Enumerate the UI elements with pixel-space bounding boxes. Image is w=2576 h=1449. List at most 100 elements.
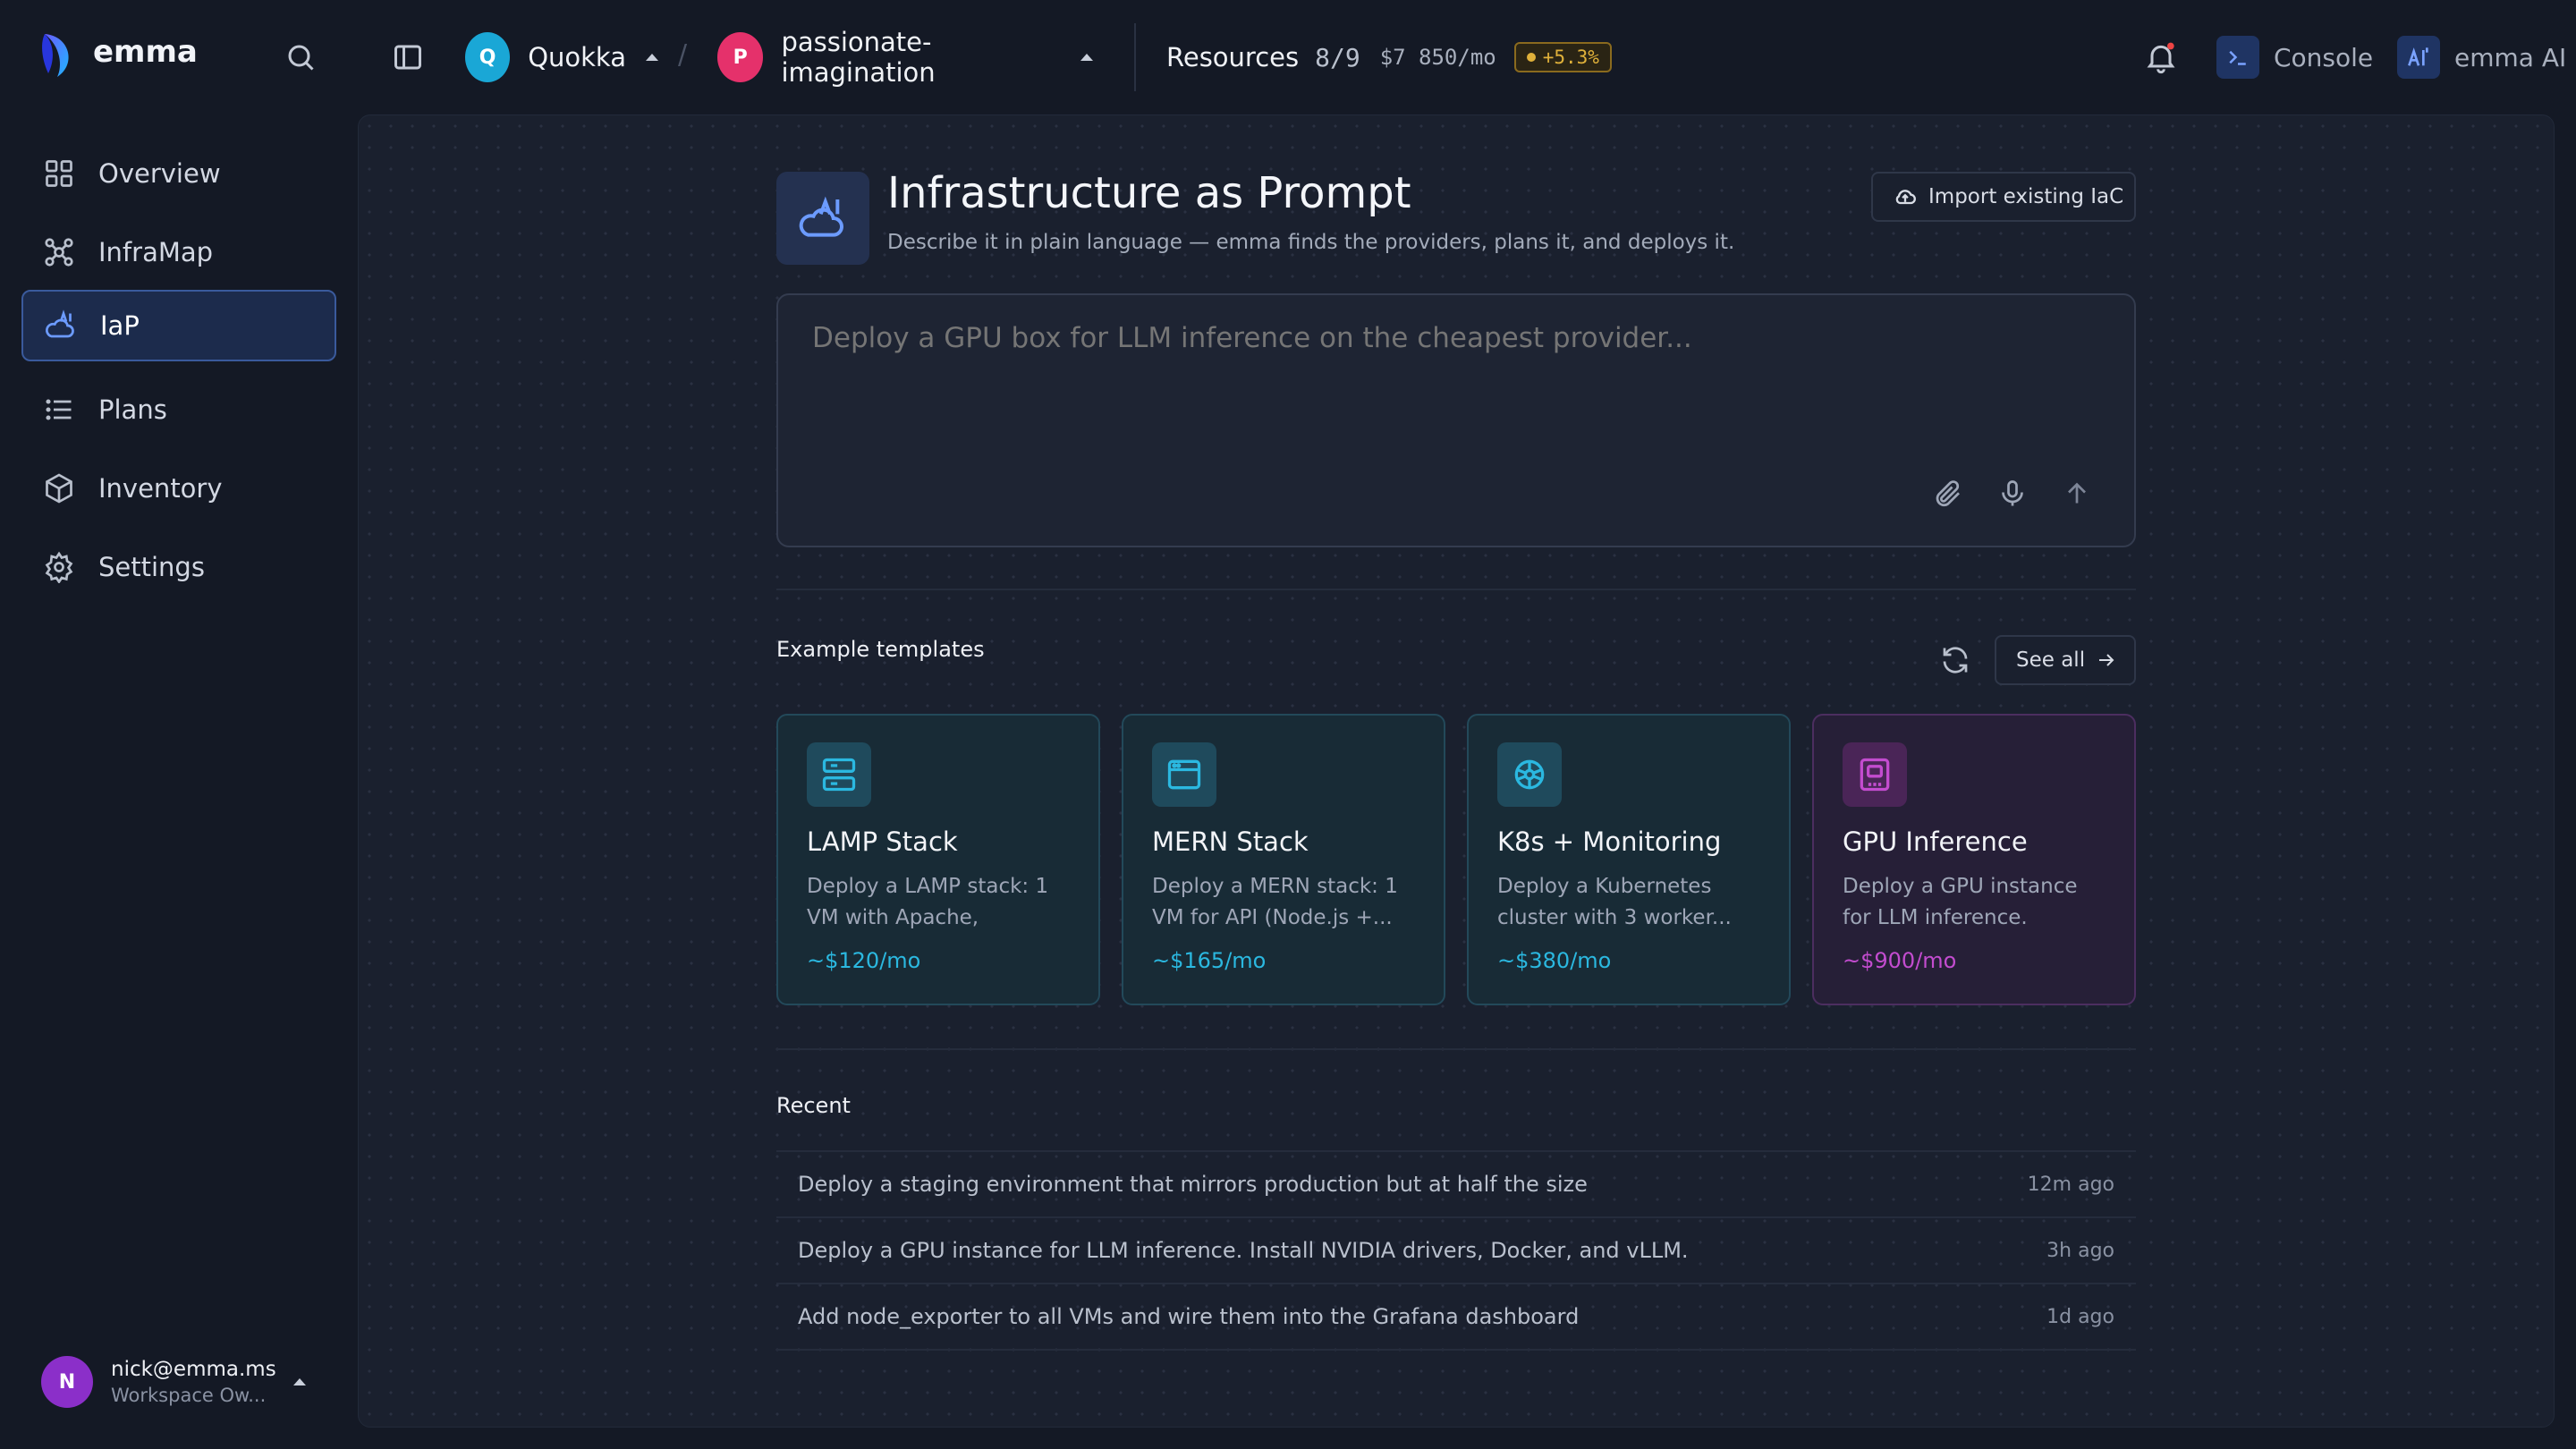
project-selector[interactable]: P passionate-imagination bbox=[717, 27, 1093, 88]
templates-heading: Example templates bbox=[776, 637, 985, 662]
network-icon bbox=[43, 236, 75, 268]
avatar: N bbox=[41, 1356, 93, 1408]
ai-cloud-icon bbox=[2397, 36, 2440, 79]
arrow-right-icon bbox=[2096, 649, 2117, 671]
list-icon bbox=[43, 394, 75, 426]
cost-change-value: +5.3% bbox=[1542, 47, 1599, 68]
sidebar-item-label: Overview bbox=[98, 158, 221, 189]
project-name: passionate-imagination bbox=[781, 27, 936, 88]
import-iac-button[interactable]: Import existing IaC bbox=[1871, 172, 2136, 222]
page-subtitle: Describe it in plain language — emma fin… bbox=[887, 231, 1735, 254]
template-title: GPU Inference bbox=[1843, 826, 2028, 857]
sidebar-item-inframap[interactable]: InfraMap bbox=[21, 216, 336, 288]
notifications-bell-icon[interactable] bbox=[2143, 39, 2179, 75]
sidebar-item-label: Inventory bbox=[98, 473, 223, 504]
prompt-box bbox=[776, 293, 2136, 547]
recent-time: 12m ago bbox=[2027, 1173, 2114, 1196]
recent-time: 3h ago bbox=[2046, 1239, 2114, 1262]
org-name: Quokka bbox=[528, 42, 626, 72]
grid-icon bbox=[43, 157, 75, 190]
org-avatar: Q bbox=[465, 32, 511, 82]
org-selector[interactable]: Q Quokka bbox=[465, 30, 658, 84]
template-card-k8s[interactable]: K8s + Monitoring Deploy a Kubernetes clu… bbox=[1467, 714, 1791, 1005]
see-all-label: See all bbox=[2016, 648, 2086, 672]
server-icon bbox=[807, 742, 871, 807]
gpu-chip-icon bbox=[1843, 742, 1907, 807]
attach-paperclip-icon[interactable] bbox=[1932, 478, 1964, 510]
sidebar-item-label: IaP bbox=[100, 310, 140, 341]
caret-up-icon bbox=[293, 1378, 306, 1385]
sidebar-item-overview[interactable]: Overview bbox=[21, 138, 336, 209]
microphone-icon[interactable] bbox=[1996, 478, 2029, 510]
emma-logo-icon[interactable] bbox=[36, 30, 79, 84]
template-card-gpu[interactable]: GPU Inference Deploy a GPU instance for … bbox=[1812, 714, 2136, 1005]
caret-up-icon bbox=[1080, 54, 1093, 61]
project-avatar: P bbox=[717, 32, 764, 82]
ai-cloud-icon bbox=[45, 309, 77, 342]
breadcrumb-separator: / bbox=[678, 39, 688, 71]
gear-icon bbox=[43, 551, 75, 583]
console-button[interactable]: Console bbox=[2216, 36, 2373, 79]
user-email: nick@emma.ms bbox=[111, 1358, 276, 1381]
app-name: emma bbox=[93, 34, 198, 70]
emma-ai-label: emma AI bbox=[2454, 42, 2567, 72]
recent-heading: Recent bbox=[776, 1093, 851, 1118]
send-arrow-up-icon[interactable] bbox=[2061, 478, 2093, 510]
resources-summary[interactable]: Resources 8/9 $7 850/mo +5.3% bbox=[1166, 39, 1612, 75]
template-title: K8s + Monitoring bbox=[1497, 826, 1722, 857]
sidebar-item-label: InfraMap bbox=[98, 237, 214, 267]
template-description: Deploy a LAMP stack: 1 VM with Apache, M… bbox=[807, 875, 1049, 929]
sidebar-item-plans[interactable]: Plans bbox=[21, 374, 336, 445]
divider bbox=[776, 589, 2136, 590]
browser-window-icon bbox=[1152, 742, 1216, 807]
template-price: ~$900/mo bbox=[1843, 948, 1957, 973]
recent-prompt-text: Add node_exporter to all VMs and wire th… bbox=[798, 1304, 1580, 1329]
refresh-icon[interactable] bbox=[1939, 644, 1971, 676]
template-description: Deploy a Kubernetes cluster with 3 worke… bbox=[1497, 875, 1732, 929]
template-card-mern[interactable]: MERN Stack Deploy a MERN stack: 1 VM for… bbox=[1122, 714, 1445, 1005]
iap-logo-icon bbox=[776, 172, 869, 265]
status-dot-icon bbox=[1526, 53, 1536, 62]
recent-prompt-text: Deploy a staging environment that mirror… bbox=[798, 1172, 1588, 1197]
template-title: LAMP Stack bbox=[807, 826, 958, 857]
user-menu[interactable]: N nick@emma.ms Workspace Ow... bbox=[41, 1354, 318, 1410]
template-price: ~$165/mo bbox=[1152, 948, 1267, 973]
sidebar-item-iap[interactable]: IaP bbox=[21, 290, 336, 361]
sidebar-item-label: Settings bbox=[98, 552, 205, 582]
divider bbox=[1134, 23, 1136, 91]
template-description: Deploy a GPU instance for LLM inference.… bbox=[1843, 875, 2078, 929]
cloud-upload-icon bbox=[1893, 184, 1918, 209]
template-price: ~$120/mo bbox=[807, 948, 921, 973]
sidebar-toggle-icon[interactable] bbox=[392, 41, 424, 73]
list-item[interactable]: Deploy a staging environment that mirror… bbox=[776, 1152, 2136, 1218]
template-description: Deploy a MERN stack: 1 VM for API (Node.… bbox=[1152, 875, 1398, 929]
box-icon bbox=[43, 472, 75, 504]
sidebar: Overview InfraMap IaP Plans Inventory Se… bbox=[0, 114, 358, 1449]
emma-ai-button[interactable]: emma AI bbox=[2397, 36, 2566, 79]
search-icon[interactable] bbox=[284, 41, 317, 73]
sidebar-item-settings[interactable]: Settings bbox=[21, 531, 336, 603]
template-card-lamp[interactable]: LAMP Stack Deploy a LAMP stack: 1 VM wit… bbox=[776, 714, 1100, 1005]
sidebar-item-inventory[interactable]: Inventory bbox=[21, 453, 336, 524]
resources-cost: $7 850/mo bbox=[1379, 45, 1496, 70]
recent-prompt-text: Deploy a GPU instance for LLM inference.… bbox=[798, 1238, 1689, 1263]
prompt-input[interactable] bbox=[812, 322, 2082, 447]
resources-count: 8/9 bbox=[1315, 42, 1360, 72]
list-item[interactable]: Add node_exporter to all VMs and wire th… bbox=[776, 1284, 2136, 1351]
see-all-button[interactable]: See all bbox=[1995, 635, 2136, 685]
recent-time: 1d ago bbox=[2046, 1305, 2114, 1328]
page-title: Infrastructure as Prompt bbox=[887, 168, 1411, 218]
import-iac-label: Import existing IaC bbox=[1928, 185, 2124, 208]
resources-label: Resources bbox=[1166, 42, 1300, 72]
terminal-icon bbox=[2216, 36, 2259, 79]
top-bar: emma Q Quokka / P passionate-imagination… bbox=[0, 0, 2576, 114]
list-item[interactable]: Deploy a GPU instance for LLM inference.… bbox=[776, 1218, 2136, 1284]
caret-up-icon bbox=[646, 54, 658, 61]
console-label: Console bbox=[2274, 42, 2374, 72]
template-price: ~$380/mo bbox=[1497, 948, 1612, 973]
sidebar-item-label: Plans bbox=[98, 394, 167, 425]
user-role: Workspace Ow... bbox=[111, 1385, 267, 1406]
kubernetes-icon bbox=[1497, 742, 1562, 807]
divider bbox=[776, 1048, 2136, 1050]
cost-change-badge: +5.3% bbox=[1513, 42, 1612, 72]
